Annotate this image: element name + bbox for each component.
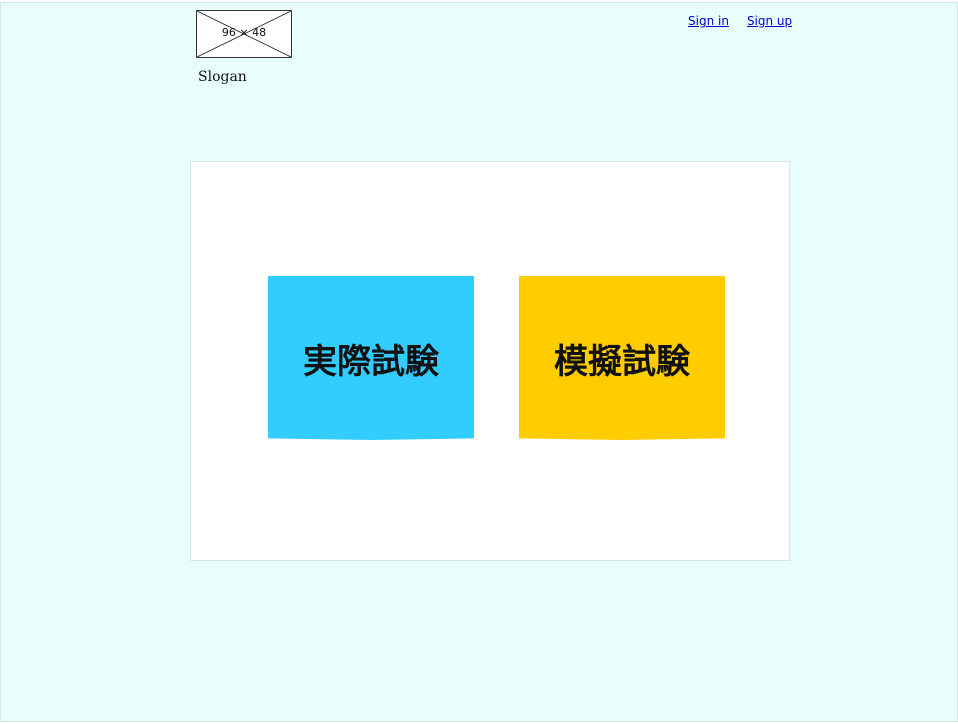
slogan-text: Slogan — [198, 69, 247, 85]
sign-up-link[interactable]: Sign up — [747, 13, 792, 29]
mock-exam-label: 模擬試験 — [554, 341, 690, 382]
mock-exam-button[interactable]: 模擬試験 — [519, 276, 725, 440]
sign-in-link[interactable]: Sign in — [688, 13, 729, 29]
real-exam-button[interactable]: 実際試験 — [268, 276, 474, 440]
real-exam-label: 実際試験 — [303, 341, 439, 382]
logo-placeholder-image: 96 × 48 — [196, 10, 292, 58]
logo-size-label: 96 × 48 — [221, 26, 267, 39]
auth-nav: Sign in Sign up — [688, 13, 792, 29]
